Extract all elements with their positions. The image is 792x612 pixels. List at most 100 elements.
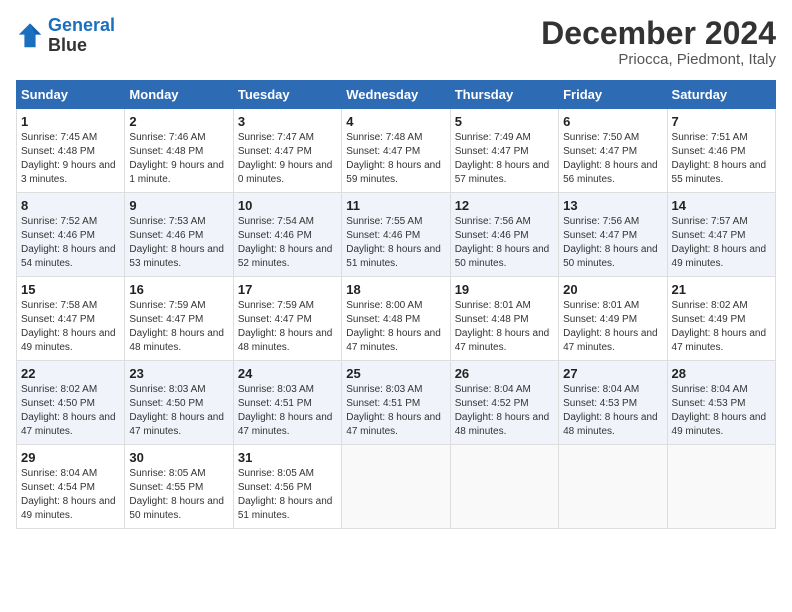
day-info: Sunrise: 8:00 AMSunset: 4:48 PMDaylight:… bbox=[346, 300, 441, 353]
calendar-cell: 11 Sunrise: 7:55 AMSunset: 4:46 PMDaylig… bbox=[342, 193, 450, 277]
logo-text: General Blue bbox=[48, 16, 115, 56]
day-number: 8 bbox=[21, 198, 120, 213]
day-number: 17 bbox=[238, 282, 337, 297]
day-header-thursday: Thursday bbox=[450, 81, 558, 109]
calendar-cell: 18 Sunrise: 8:00 AMSunset: 4:48 PMDaylig… bbox=[342, 277, 450, 361]
day-number: 10 bbox=[238, 198, 337, 213]
day-info: Sunrise: 7:59 AMSunset: 4:47 PMDaylight:… bbox=[238, 300, 333, 353]
day-number: 15 bbox=[21, 282, 120, 297]
day-info: Sunrise: 7:45 AMSunset: 4:48 PMDaylight:… bbox=[21, 132, 116, 185]
calendar-cell bbox=[342, 445, 450, 529]
day-info: Sunrise: 7:51 AMSunset: 4:46 PMDaylight:… bbox=[672, 132, 767, 185]
day-number: 5 bbox=[455, 114, 554, 129]
day-info: Sunrise: 7:56 AMSunset: 4:47 PMDaylight:… bbox=[563, 216, 658, 269]
logo-icon bbox=[16, 22, 44, 50]
day-number: 28 bbox=[672, 366, 771, 381]
title-block: December 2024 Priocca, Piedmont, Italy bbox=[541, 16, 776, 68]
day-info: Sunrise: 8:02 AMSunset: 4:49 PMDaylight:… bbox=[672, 300, 767, 353]
day-number: 9 bbox=[129, 198, 228, 213]
page-header: General Blue December 2024 Priocca, Pied… bbox=[16, 16, 776, 68]
calendar-cell: 25 Sunrise: 8:03 AMSunset: 4:51 PMDaylig… bbox=[342, 361, 450, 445]
day-info: Sunrise: 8:03 AMSunset: 4:51 PMDaylight:… bbox=[346, 384, 441, 437]
day-number: 31 bbox=[238, 450, 337, 465]
day-number: 11 bbox=[346, 198, 445, 213]
day-number: 19 bbox=[455, 282, 554, 297]
day-info: Sunrise: 7:49 AMSunset: 4:47 PMDaylight:… bbox=[455, 132, 550, 185]
day-number: 16 bbox=[129, 282, 228, 297]
day-number: 2 bbox=[129, 114, 228, 129]
day-number: 13 bbox=[563, 198, 662, 213]
week-row-1: 1 Sunrise: 7:45 AMSunset: 4:48 PMDayligh… bbox=[17, 109, 776, 193]
day-number: 23 bbox=[129, 366, 228, 381]
calendar-cell: 3 Sunrise: 7:47 AMSunset: 4:47 PMDayligh… bbox=[233, 109, 341, 193]
day-info: Sunrise: 8:04 AMSunset: 4:53 PMDaylight:… bbox=[563, 384, 658, 437]
calendar-cell: 8 Sunrise: 7:52 AMSunset: 4:46 PMDayligh… bbox=[17, 193, 125, 277]
day-info: Sunrise: 7:47 AMSunset: 4:47 PMDaylight:… bbox=[238, 132, 333, 185]
calendar-cell: 24 Sunrise: 8:03 AMSunset: 4:51 PMDaylig… bbox=[233, 361, 341, 445]
week-row-2: 8 Sunrise: 7:52 AMSunset: 4:46 PMDayligh… bbox=[17, 193, 776, 277]
day-number: 29 bbox=[21, 450, 120, 465]
calendar-cell: 28 Sunrise: 8:04 AMSunset: 4:53 PMDaylig… bbox=[667, 361, 775, 445]
day-header-tuesday: Tuesday bbox=[233, 81, 341, 109]
calendar-cell: 5 Sunrise: 7:49 AMSunset: 4:47 PMDayligh… bbox=[450, 109, 558, 193]
location-subtitle: Priocca, Piedmont, Italy bbox=[541, 51, 776, 68]
day-info: Sunrise: 7:46 AMSunset: 4:48 PMDaylight:… bbox=[129, 132, 224, 185]
week-row-5: 29 Sunrise: 8:04 AMSunset: 4:54 PMDaylig… bbox=[17, 445, 776, 529]
calendar-cell: 16 Sunrise: 7:59 AMSunset: 4:47 PMDaylig… bbox=[125, 277, 233, 361]
day-info: Sunrise: 7:59 AMSunset: 4:47 PMDaylight:… bbox=[129, 300, 224, 353]
day-number: 26 bbox=[455, 366, 554, 381]
calendar-cell: 14 Sunrise: 7:57 AMSunset: 4:47 PMDaylig… bbox=[667, 193, 775, 277]
week-row-4: 22 Sunrise: 8:02 AMSunset: 4:50 PMDaylig… bbox=[17, 361, 776, 445]
calendar-cell: 31 Sunrise: 8:05 AMSunset: 4:56 PMDaylig… bbox=[233, 445, 341, 529]
calendar-cell: 7 Sunrise: 7:51 AMSunset: 4:46 PMDayligh… bbox=[667, 109, 775, 193]
day-number: 12 bbox=[455, 198, 554, 213]
logo: General Blue bbox=[16, 16, 115, 56]
calendar-cell: 30 Sunrise: 8:05 AMSunset: 4:55 PMDaylig… bbox=[125, 445, 233, 529]
day-info: Sunrise: 7:50 AMSunset: 4:47 PMDaylight:… bbox=[563, 132, 658, 185]
day-number: 27 bbox=[563, 366, 662, 381]
day-info: Sunrise: 8:04 AMSunset: 4:53 PMDaylight:… bbox=[672, 384, 767, 437]
day-header-saturday: Saturday bbox=[667, 81, 775, 109]
day-number: 14 bbox=[672, 198, 771, 213]
day-info: Sunrise: 7:57 AMSunset: 4:47 PMDaylight:… bbox=[672, 216, 767, 269]
day-header-wednesday: Wednesday bbox=[342, 81, 450, 109]
calendar-cell: 29 Sunrise: 8:04 AMSunset: 4:54 PMDaylig… bbox=[17, 445, 125, 529]
calendar-cell: 19 Sunrise: 8:01 AMSunset: 4:48 PMDaylig… bbox=[450, 277, 558, 361]
calendar-cell: 15 Sunrise: 7:58 AMSunset: 4:47 PMDaylig… bbox=[17, 277, 125, 361]
day-number: 20 bbox=[563, 282, 662, 297]
day-info: Sunrise: 7:58 AMSunset: 4:47 PMDaylight:… bbox=[21, 300, 116, 353]
calendar-cell: 23 Sunrise: 8:03 AMSunset: 4:50 PMDaylig… bbox=[125, 361, 233, 445]
day-info: Sunrise: 7:53 AMSunset: 4:46 PMDaylight:… bbox=[129, 216, 224, 269]
day-info: Sunrise: 8:03 AMSunset: 4:51 PMDaylight:… bbox=[238, 384, 333, 437]
calendar-cell bbox=[450, 445, 558, 529]
day-info: Sunrise: 8:04 AMSunset: 4:54 PMDaylight:… bbox=[21, 468, 116, 521]
day-number: 6 bbox=[563, 114, 662, 129]
week-row-3: 15 Sunrise: 7:58 AMSunset: 4:47 PMDaylig… bbox=[17, 277, 776, 361]
day-info: Sunrise: 8:05 AMSunset: 4:56 PMDaylight:… bbox=[238, 468, 333, 521]
day-number: 25 bbox=[346, 366, 445, 381]
month-title: December 2024 bbox=[541, 16, 776, 51]
day-number: 3 bbox=[238, 114, 337, 129]
calendar-table: SundayMondayTuesdayWednesdayThursdayFrid… bbox=[16, 80, 776, 529]
day-number: 18 bbox=[346, 282, 445, 297]
day-info: Sunrise: 8:05 AMSunset: 4:55 PMDaylight:… bbox=[129, 468, 224, 521]
calendar-cell: 20 Sunrise: 8:01 AMSunset: 4:49 PMDaylig… bbox=[559, 277, 667, 361]
day-number: 1 bbox=[21, 114, 120, 129]
calendar-cell bbox=[559, 445, 667, 529]
day-info: Sunrise: 7:55 AMSunset: 4:46 PMDaylight:… bbox=[346, 216, 441, 269]
calendar-cell: 10 Sunrise: 7:54 AMSunset: 4:46 PMDaylig… bbox=[233, 193, 341, 277]
day-header-monday: Monday bbox=[125, 81, 233, 109]
day-number: 4 bbox=[346, 114, 445, 129]
day-info: Sunrise: 7:48 AMSunset: 4:47 PMDaylight:… bbox=[346, 132, 441, 185]
calendar-cell: 13 Sunrise: 7:56 AMSunset: 4:47 PMDaylig… bbox=[559, 193, 667, 277]
day-info: Sunrise: 7:56 AMSunset: 4:46 PMDaylight:… bbox=[455, 216, 550, 269]
calendar-cell: 6 Sunrise: 7:50 AMSunset: 4:47 PMDayligh… bbox=[559, 109, 667, 193]
day-info: Sunrise: 7:54 AMSunset: 4:46 PMDaylight:… bbox=[238, 216, 333, 269]
calendar-cell: 27 Sunrise: 8:04 AMSunset: 4:53 PMDaylig… bbox=[559, 361, 667, 445]
day-number: 22 bbox=[21, 366, 120, 381]
day-number: 7 bbox=[672, 114, 771, 129]
day-info: Sunrise: 8:01 AMSunset: 4:48 PMDaylight:… bbox=[455, 300, 550, 353]
day-info: Sunrise: 8:01 AMSunset: 4:49 PMDaylight:… bbox=[563, 300, 658, 353]
calendar-cell: 22 Sunrise: 8:02 AMSunset: 4:50 PMDaylig… bbox=[17, 361, 125, 445]
calendar-cell: 9 Sunrise: 7:53 AMSunset: 4:46 PMDayligh… bbox=[125, 193, 233, 277]
